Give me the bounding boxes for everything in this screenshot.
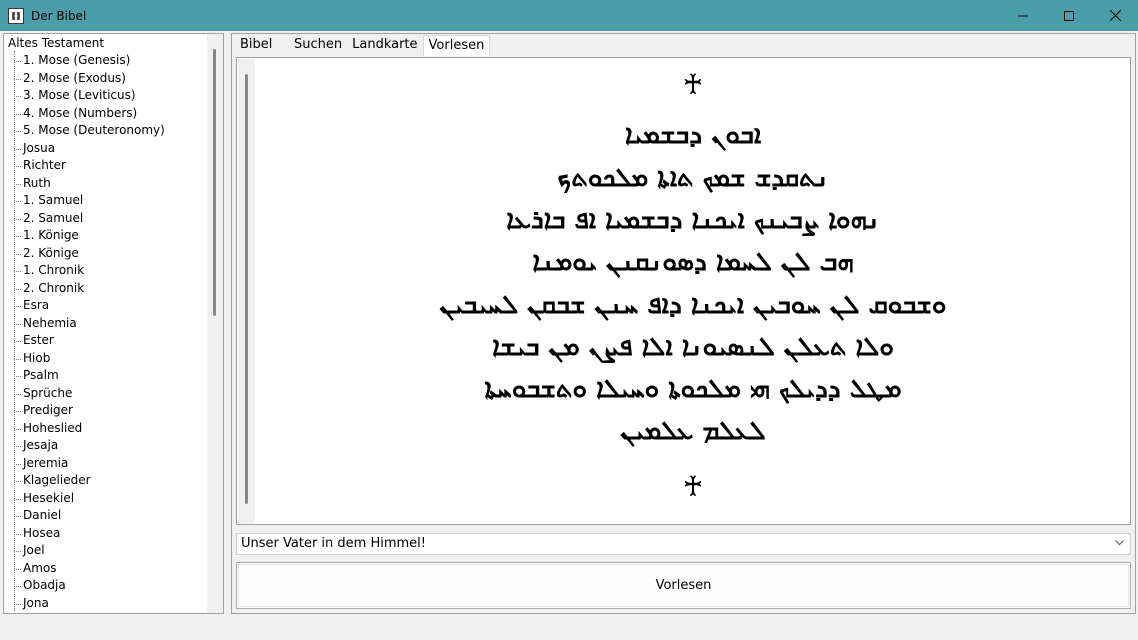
tree-item[interactable]: Sprüche (4, 385, 209, 403)
tab-bar: Bibel Suchen Landkarte Vorlesen (235, 35, 491, 56)
prayer-line: ܡܛܠ ܕܕܝܠܟ ܗܝ ܡܠܟܘܬܐ ܘܚܝܠܐ ܘܬܫܒܘܚܬܐ (484, 374, 902, 404)
tree-item[interactable]: Hiob (4, 350, 209, 368)
tree-item[interactable]: Klagelieder (4, 472, 209, 490)
tree-item[interactable]: Josua (4, 140, 209, 158)
tree-list: 1. Mose (Genesis) 2. Mose (Exodus) 3. Mo… (4, 52, 209, 612)
tree-item[interactable]: Ruth (4, 175, 209, 193)
tree-item[interactable]: 1. Mose (Genesis) (4, 52, 209, 70)
prayer-line: ܐܒܘܢ ܕܒܫܡܝܐ (624, 120, 762, 150)
tab-bibel[interactable]: Bibel (235, 35, 289, 55)
tree-item[interactable]: Obadja (4, 577, 209, 595)
title-bar: Der Bibel (0, 0, 1138, 31)
tree-root-altes-testament[interactable]: Altes Testament (8, 35, 104, 51)
close-icon (1109, 10, 1121, 21)
tree-item[interactable]: 1. Samuel (4, 192, 209, 210)
tree-item[interactable]: Richter (4, 157, 209, 175)
tree-item[interactable]: Esra (4, 297, 209, 315)
tree-item[interactable]: Jeremia (4, 455, 209, 473)
text-display: ♰ ܐܒܘܢ ܕܒܫܡܝܐ ܢܬܩܕܫ ܫܡܟ ܬܐܬܐ ܡܠܟܘܬܟ ܢܗܘܐ… (236, 57, 1131, 525)
text-scrollbar[interactable] (238, 59, 255, 523)
prayer-line: ܠܥܠܡ ܥܠܡܝܢ (620, 416, 766, 446)
tree-item[interactable]: 5. Mose (Deuteronomy) (4, 122, 209, 140)
tree-item[interactable]: Psalm (4, 367, 209, 385)
tree-item[interactable]: 2. Samuel (4, 210, 209, 228)
cross-icon: ♰ (682, 68, 704, 101)
prayer-line: ܢܬܩܕܫ ܫܡܟ ܬܐܬܐ ܡܠܟܘܬܟ (557, 163, 829, 193)
tree-item[interactable]: Amos (4, 560, 209, 578)
prayer-select[interactable]: Unser Vater in dem Himmel! (236, 533, 1131, 555)
app-icon (8, 7, 24, 24)
tree-scrollbar-thumb[interactable] (213, 49, 216, 316)
tree-item[interactable]: Prediger (4, 402, 209, 420)
tree-item[interactable]: Nehemia (4, 315, 209, 333)
tree-item[interactable]: 1. Chronik (4, 262, 209, 280)
minimize-icon (1018, 15, 1028, 16)
tab-vorlesen[interactable]: Vorlesen (422, 35, 491, 56)
tree-item[interactable]: 2. Könige (4, 245, 209, 263)
prayer-line: ܘܫܒܘܩ ܠܢ ܚܘܒܝܢ ܐܝܟܢܐ ܕܐܦ ܚܢܢ ܫܒܩܢ ܠܚܝܒܝܢ (439, 290, 947, 320)
chevron-down-icon (1115, 540, 1124, 546)
prayer-line: ܘܠܐ ܬܥܠܢ ܠܢܣܝܘܢܐ ܐܠܐ ܦܨܢ ܡܢ ܒܝܫܐ (492, 332, 894, 362)
minimize-button[interactable] (1000, 0, 1046, 31)
tree-item[interactable]: 4. Mose (Numbers) (4, 105, 209, 123)
tree-item[interactable]: Hesekiel (4, 490, 209, 508)
cross-icon: ♰ (682, 470, 704, 503)
prayer-line: ܗܒ ܠܢ ܠܚܡܐ ܕܣܘܢܩܢܢ ܝܘܡܢܐ (532, 247, 854, 277)
maximize-icon (1064, 10, 1074, 21)
tree-scrollbar[interactable] (207, 34, 223, 613)
window-controls (1000, 0, 1138, 31)
tree-item[interactable]: 3. Mose (Leviticus) (4, 87, 209, 105)
maximize-button[interactable] (1046, 0, 1092, 31)
tree-item[interactable]: 2. Chronik (4, 280, 209, 298)
tab-suchen[interactable]: Suchen (289, 35, 348, 55)
tree-item[interactable]: Hosea (4, 525, 209, 543)
tree-item[interactable]: Ester (4, 332, 209, 350)
tree-item[interactable]: Jesaja (4, 437, 209, 455)
vorlesen-button[interactable]: Vorlesen (236, 562, 1131, 609)
text-scrollbar-thumb[interactable] (245, 74, 248, 504)
tree-item[interactable]: 1. Könige (4, 227, 209, 245)
tree-item[interactable]: Daniel (4, 507, 209, 525)
prayer-line: ܢܗܘܐ ܨܒܝܢܟ ܐܝܟܢܐ ܕܒܫܡܝܐ ܐܦ ܒܐܪܥܐ (506, 205, 880, 235)
tab-landkarte[interactable]: Landkarte (347, 35, 423, 55)
close-button[interactable] (1092, 0, 1138, 31)
tree-item[interactable]: Joel (4, 542, 209, 560)
prayer-select-value: Unser Vater in dem Himmel! (241, 536, 426, 551)
book-tree[interactable]: Altes Testament 1. Mose (Genesis) 2. Mos… (3, 33, 224, 614)
window-title: Der Bibel (31, 8, 87, 23)
main-panel: Bibel Suchen Landkarte Vorlesen ♰ ܐܒܘܢ ܕ… (231, 33, 1136, 614)
prayer-text: ♰ ܐܒܘܢ ܕܒܫܡܝܐ ܢܬܩܕܫ ܫܡܟ ܬܐܬܐ ܡܠܟܘܬܟ ܢܗܘܐ… (255, 58, 1131, 524)
tree-item[interactable]: 2. Mose (Exodus) (4, 70, 209, 88)
tree-item[interactable]: Hoheslied (4, 420, 209, 438)
tree-item[interactable]: Jona (4, 595, 209, 613)
